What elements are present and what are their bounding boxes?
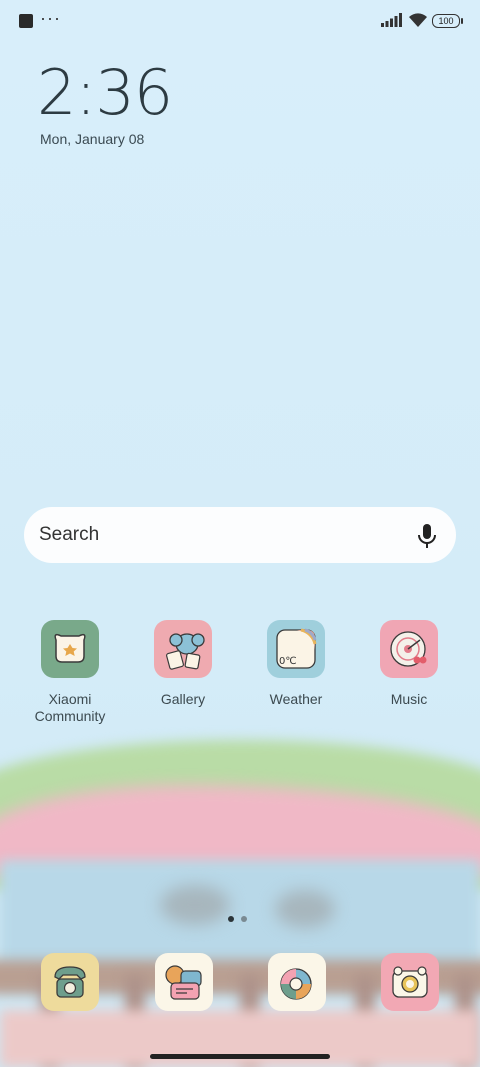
dock-browser[interactable] [268,953,326,1011]
dock-messages[interactable] [155,953,213,1011]
camera-icon [392,966,428,998]
more-notifications-icon: ··· [40,8,61,28]
signal-icon [381,13,402,27]
home-indicator[interactable] [150,1054,330,1059]
app-xiaomi-community[interactable]: Xiaomi Community [14,620,126,725]
app-label: Gallery [160,691,206,707]
page-dot-active [228,916,234,922]
browser-icon [280,968,312,1000]
status-bar: ··· 100 [0,0,480,40]
dock-camera[interactable] [381,953,439,1011]
search-bar[interactable]: Search [24,507,456,563]
messages-icon [165,965,202,1000]
wifi-icon [409,13,427,27]
dock-phone[interactable] [41,953,99,1011]
app-music[interactable]: Music [353,620,465,708]
music-icon [380,620,438,678]
search-placeholder: Search [39,524,100,545]
app-label: Weather [269,691,323,707]
phone-icon [54,966,86,998]
app-label: Xiaomi Community [34,691,106,724]
app-gallery[interactable]: Gallery [127,620,239,708]
page-indicator [228,909,254,927]
app-label: Music [390,691,428,707]
weather-icon-text: 0℃ [279,656,297,667]
page-dot [241,916,247,922]
microphone-icon[interactable] [416,523,438,549]
app-weather[interactable]: 0℃ Weather [240,620,352,708]
battery-indicator: 100 [432,14,463,28]
gallery-icon [154,620,212,678]
notification-icon [19,14,33,28]
clock-time[interactable]: 2:36 [37,56,173,129]
weather-icon: 0℃ [267,620,325,678]
community-icon [41,620,99,678]
clock-date[interactable]: Mon, January 08 [40,131,144,147]
